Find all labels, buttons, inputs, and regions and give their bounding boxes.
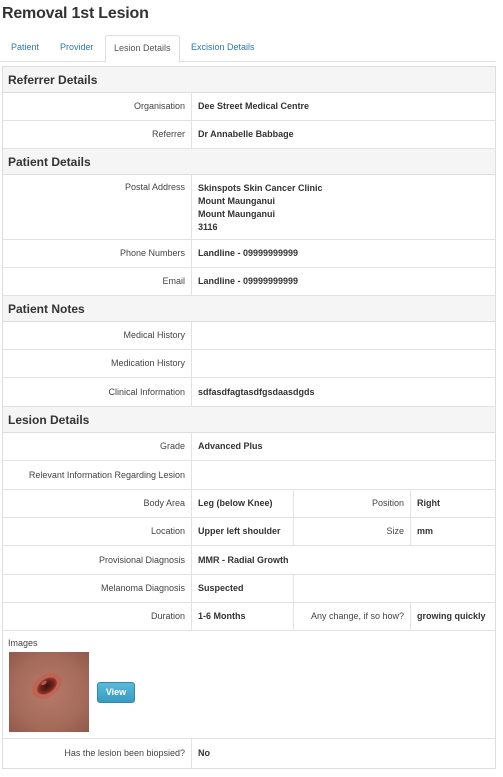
section-lesion-heading: Lesion Details	[3, 407, 495, 433]
referrer-label: Referrer	[3, 121, 192, 148]
row-relevant-information: Relevant Information Regarding Lesion	[3, 461, 495, 490]
body-area-label: Body Area	[3, 490, 192, 517]
biopsied-value: No	[198, 748, 210, 758]
row-biopsied: Has the lesion been biopsied? No	[3, 739, 495, 769]
position-value: Right	[417, 498, 440, 508]
row-melanoma-diagnosis: Melanoma Diagnosis Suspected	[3, 575, 495, 603]
row-location: Location Upper left shoulder Size mm	[3, 518, 495, 546]
change-label: Any change, if so how?	[294, 603, 411, 630]
lesion-photo-icon	[9, 652, 89, 732]
row-body-area: Body Area Leg (below Knee) Position Righ…	[3, 490, 495, 518]
postal-value: Skinspots Skin Cancer Clinic Mount Maung…	[192, 175, 495, 239]
size-label: Size	[294, 518, 411, 545]
medication-history-value	[192, 350, 495, 377]
organisation-label: Organisation	[3, 93, 192, 120]
row-medical-history: Medical History	[3, 322, 495, 350]
row-duration: Duration 1-6 Months Any change, if so ho…	[3, 603, 495, 631]
medical-history-label: Medical History	[3, 322, 192, 349]
duration-value: 1-6 Months	[192, 603, 294, 630]
melanoma-empty-cell	[294, 575, 495, 602]
row-provisional-diagnosis: Provisional Diagnosis MMR - Radial Growt…	[3, 546, 495, 575]
tab-lesion-details[interactable]: Lesion Details	[105, 35, 180, 63]
duration-label: Duration	[3, 603, 192, 630]
view-image-button[interactable]: View	[97, 682, 135, 703]
tab-provider[interactable]: Provider	[55, 35, 101, 62]
medical-history-value	[192, 322, 495, 349]
organisation-value: Dee Street Medical Centre	[198, 101, 310, 111]
postal-line-3: Mount Maunganui	[198, 209, 275, 219]
lesion-thumbnail[interactable]	[9, 652, 89, 732]
email-label: Email	[3, 268, 192, 295]
row-grade: Grade Advanced Plus	[3, 433, 495, 461]
relevant-information-value	[192, 461, 495, 489]
row-postal-address: Postal Address Skinspots Skin Cancer Cli…	[3, 175, 495, 240]
grade-value: Advanced Plus	[198, 441, 263, 451]
section-patient-heading: Patient Details	[3, 149, 495, 175]
body-area-value: Leg (below Knee)	[192, 490, 294, 517]
row-organisation: Organisation Dee Street Medical Centre	[3, 93, 495, 121]
provisional-diagnosis-label: Provisional Diagnosis	[3, 546, 192, 574]
grade-label: Grade	[3, 433, 192, 460]
clinical-information-label: Clinical Information	[3, 378, 192, 406]
page-title: Removal 1st Lesion	[2, 5, 149, 22]
provisional-diagnosis-value: MMR - Radial Growth	[198, 555, 289, 565]
melanoma-diagnosis-value: Suspected	[192, 575, 294, 602]
postal-label: Postal Address	[3, 175, 192, 239]
location-value: Upper left shoulder	[192, 518, 294, 545]
row-referrer: Referrer Dr Annabelle Babbage	[3, 121, 495, 149]
images-label: Images	[8, 638, 38, 648]
location-label: Location	[3, 518, 192, 545]
relevant-information-label: Relevant Information Regarding Lesion	[3, 461, 192, 489]
tab-excision-details[interactable]: Excision Details	[186, 35, 266, 62]
row-clinical-information: Clinical Information sdfasdfagtasdfgsdaa…	[3, 378, 495, 407]
row-phone: Phone Numbers Landline - 09999999999	[3, 240, 495, 268]
row-email: Email Landline - 09999999999	[3, 268, 495, 296]
biopsied-label: Has the lesion been biopsied?	[3, 739, 192, 769]
change-value: growing quickly	[417, 611, 486, 621]
section-referrer-heading: Referrer Details	[3, 67, 495, 93]
row-medication-history: Medication History	[3, 350, 495, 378]
postal-line-2: Mount Maunganui	[198, 196, 275, 206]
tab-patient[interactable]: Patient	[6, 35, 50, 62]
phone-value: Landline - 09999999999	[198, 248, 299, 258]
melanoma-diagnosis-label: Melanoma Diagnosis	[3, 575, 192, 602]
email-value: Landline - 09999999999	[198, 276, 299, 286]
tab-bar: Patient Provider Lesion Details Excision…	[0, 35, 496, 63]
clinical-information-value: sdfasdfagtasdfgsdaasdgds	[198, 387, 315, 397]
postal-line-4: 3116	[198, 222, 218, 232]
details-panel: Referrer Details Organisation Dee Street…	[2, 66, 496, 769]
postal-line-1: Skinspots Skin Cancer Clinic	[198, 183, 323, 193]
section-notes-heading: Patient Notes	[3, 296, 495, 322]
position-label: Position	[294, 490, 411, 517]
referrer-value: Dr Annabelle Babbage	[198, 129, 294, 139]
medication-history-label: Medication History	[3, 350, 192, 377]
phone-label: Phone Numbers	[3, 240, 192, 267]
size-value: mm	[417, 526, 434, 536]
